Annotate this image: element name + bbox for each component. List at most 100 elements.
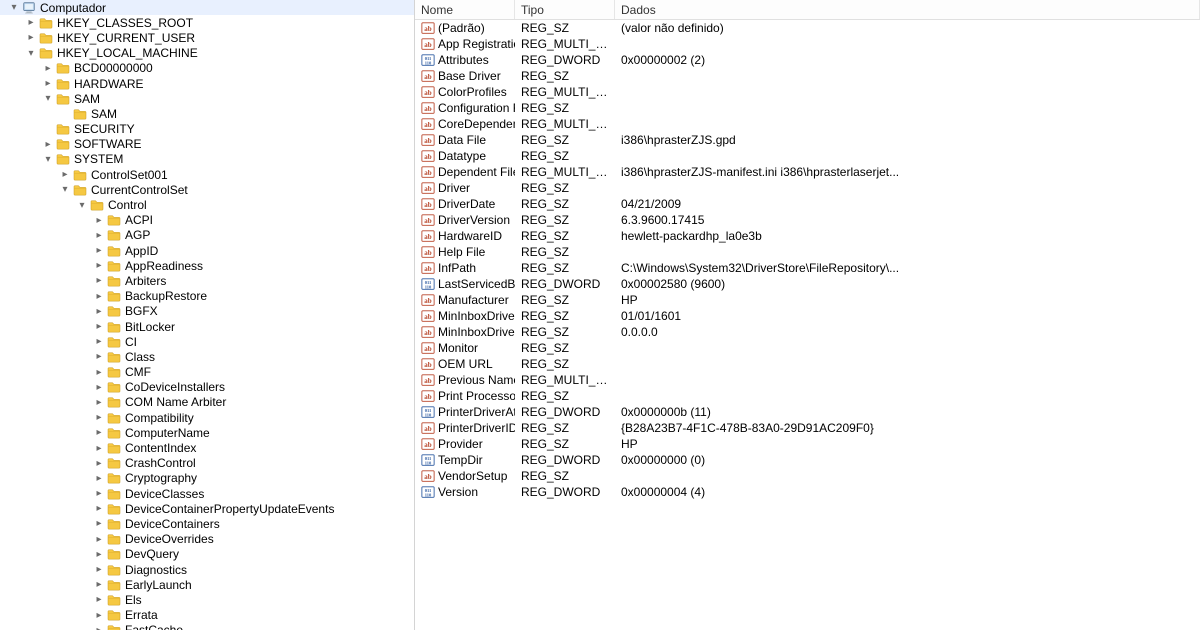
tree-item[interactable]: ▸AppID — [0, 243, 414, 258]
value-row[interactable]: abBase DriverREG_SZ — [415, 68, 1200, 84]
tree-item[interactable]: ▾SYSTEM — [0, 152, 414, 167]
tree-item[interactable]: SAM — [0, 106, 414, 121]
tree-item[interactable]: ▾SAM — [0, 91, 414, 106]
tree-item[interactable]: ▸BCD00000000 — [0, 61, 414, 76]
tree-item[interactable]: ▸DeviceContainerPropertyUpdateEvents — [0, 501, 414, 516]
value-row[interactable]: 011110AttributesREG_DWORD0x00000002 (2) — [415, 52, 1200, 68]
tree-item[interactable]: ▸HARDWARE — [0, 76, 414, 91]
tree-item[interactable]: ▸AppReadiness — [0, 258, 414, 273]
registry-tree-panel[interactable]: ▾Computador▸HKEY_CLASSES_ROOT▸HKEY_CURRE… — [0, 0, 415, 630]
expand-icon[interactable]: ▸ — [93, 427, 105, 439]
column-header-type[interactable]: Tipo — [515, 0, 615, 19]
tree-item[interactable]: ▾CurrentControlSet — [0, 182, 414, 197]
tree-item[interactable]: SECURITY — [0, 122, 414, 137]
column-header-name[interactable]: Nome — [415, 0, 515, 19]
tree-item[interactable]: ▸ACPI — [0, 213, 414, 228]
value-row[interactable]: abPrint ProcessorREG_SZ — [415, 388, 1200, 404]
expand-icon[interactable]: ▸ — [93, 412, 105, 424]
value-row[interactable]: abOEM URLREG_SZ — [415, 356, 1200, 372]
tree-item[interactable]: ▸CI — [0, 334, 414, 349]
tree-item[interactable]: ▸COM Name Arbiter — [0, 395, 414, 410]
expand-icon[interactable]: ▸ — [93, 457, 105, 469]
value-row[interactable]: abManufacturerREG_SZHP — [415, 292, 1200, 308]
expand-icon[interactable]: ▸ — [93, 609, 105, 621]
tree-item[interactable]: ▸Diagnostics — [0, 562, 414, 577]
value-row[interactable]: abDriverREG_SZ — [415, 180, 1200, 196]
tree-item[interactable]: ▸SOFTWARE — [0, 137, 414, 152]
tree-item[interactable]: ▸BitLocker — [0, 319, 414, 334]
value-row[interactable]: abDatatypeREG_SZ — [415, 148, 1200, 164]
tree-item[interactable]: ▸ComputerName — [0, 425, 414, 440]
expand-icon[interactable]: ▸ — [93, 396, 105, 408]
tree-item[interactable]: ▸CrashControl — [0, 456, 414, 471]
expand-icon[interactable]: ▸ — [59, 169, 71, 181]
value-row[interactable]: abData FileREG_SZi386\hprasterZJS.gpd — [415, 132, 1200, 148]
expand-icon[interactable]: ▸ — [93, 321, 105, 333]
tree-item[interactable]: ▸DeviceContainers — [0, 516, 414, 531]
tree-item[interactable]: ▸DeviceClasses — [0, 486, 414, 501]
value-row[interactable]: abPrinterDriverIDREG_SZ{B28A23B7-4F1C-47… — [415, 420, 1200, 436]
tree-item[interactable]: ▾HKEY_LOCAL_MACHINE — [0, 46, 414, 61]
value-row[interactable]: abVendorSetupREG_SZ — [415, 468, 1200, 484]
expand-icon[interactable]: ▸ — [93, 245, 105, 257]
expand-icon[interactable]: ▸ — [93, 579, 105, 591]
value-row[interactable]: abPrevious NamesREG_MULTI_SZ — [415, 372, 1200, 388]
expand-icon[interactable]: ▸ — [93, 624, 105, 630]
tree-item[interactable]: ▾Control — [0, 197, 414, 212]
tree-item[interactable]: ▸Els — [0, 592, 414, 607]
tree-item[interactable]: ▸Cryptography — [0, 471, 414, 486]
expand-icon[interactable]: ▸ — [93, 472, 105, 484]
tree-item[interactable]: ▸HKEY_CURRENT_USER — [0, 30, 414, 45]
expand-icon[interactable]: ▸ — [42, 62, 54, 74]
value-row[interactable]: 011110TempDirREG_DWORD0x00000000 (0) — [415, 452, 1200, 468]
expand-icon[interactable]: ▸ — [93, 305, 105, 317]
tree-item[interactable]: ▸FastCache — [0, 623, 414, 630]
expand-icon[interactable]: ▸ — [93, 275, 105, 287]
column-header-data[interactable]: Dados — [615, 0, 1200, 19]
expand-icon[interactable]: ▸ — [93, 214, 105, 226]
expand-icon[interactable]: ▸ — [93, 503, 105, 515]
tree-item[interactable]: ▸EarlyLaunch — [0, 577, 414, 592]
expand-icon[interactable]: ▸ — [42, 138, 54, 150]
tree-item[interactable]: ▸Compatibility — [0, 410, 414, 425]
value-row[interactable]: abHelp FileREG_SZ — [415, 244, 1200, 260]
expand-icon[interactable]: ▸ — [93, 442, 105, 454]
tree-item[interactable]: ▸DevQuery — [0, 547, 414, 562]
expand-icon[interactable]: ▸ — [93, 533, 105, 545]
expand-icon[interactable]: ▸ — [93, 518, 105, 530]
tree-item[interactable]: ▸Class — [0, 349, 414, 364]
expand-icon[interactable]: ▸ — [93, 548, 105, 560]
collapse-icon[interactable]: ▾ — [42, 93, 54, 105]
value-row[interactable]: abApp RegistrationREG_MULTI_SZ — [415, 36, 1200, 52]
expand-icon[interactable]: ▸ — [93, 381, 105, 393]
expand-icon[interactable]: ▸ — [93, 594, 105, 606]
expand-icon[interactable]: ▸ — [93, 290, 105, 302]
expand-icon[interactable]: ▸ — [93, 351, 105, 363]
tree-item[interactable]: ▸BGFX — [0, 304, 414, 319]
value-row[interactable]: 011110PrinterDriverAttr...REG_DWORD0x000… — [415, 404, 1200, 420]
tree-item[interactable]: ▸CoDeviceInstallers — [0, 380, 414, 395]
tree-item[interactable]: ▸CMF — [0, 365, 414, 380]
value-row[interactable]: abProviderREG_SZHP — [415, 436, 1200, 452]
tree-item[interactable]: ▸AGP — [0, 228, 414, 243]
value-row[interactable]: abMinInboxDriver...REG_SZ01/01/1601 — [415, 308, 1200, 324]
tree-item[interactable]: ▸ControlSet001 — [0, 167, 414, 182]
tree-item[interactable]: ▸HKEY_CLASSES_ROOT — [0, 15, 414, 30]
value-row[interactable]: abHardwareIDREG_SZhewlett-packardhp_la0e… — [415, 228, 1200, 244]
tree-item[interactable]: ▸Errata — [0, 608, 414, 623]
value-row[interactable]: ab(Padrão)REG_SZ(valor não definido) — [415, 20, 1200, 36]
expand-icon[interactable]: ▸ — [93, 564, 105, 576]
collapse-icon[interactable]: ▾ — [8, 2, 20, 14]
expand-icon[interactable]: ▸ — [42, 78, 54, 90]
tree-item[interactable]: ▸ContentIndex — [0, 440, 414, 455]
collapse-icon[interactable]: ▾ — [76, 199, 88, 211]
expand-icon[interactable]: ▸ — [93, 336, 105, 348]
value-row[interactable]: 011110VersionREG_DWORD0x00000004 (4) — [415, 484, 1200, 500]
expand-icon[interactable]: ▸ — [93, 229, 105, 241]
value-row[interactable]: abMonitorREG_SZ — [415, 340, 1200, 356]
value-row[interactable]: abMinInboxDriver...REG_SZ0.0.0.0 — [415, 324, 1200, 340]
value-row[interactable]: abColorProfilesREG_MULTI_SZ — [415, 84, 1200, 100]
collapse-icon[interactable]: ▾ — [25, 47, 37, 59]
expand-icon[interactable]: ▸ — [25, 17, 37, 29]
value-row[interactable]: abDriverVersionREG_SZ6.3.9600.17415 — [415, 212, 1200, 228]
